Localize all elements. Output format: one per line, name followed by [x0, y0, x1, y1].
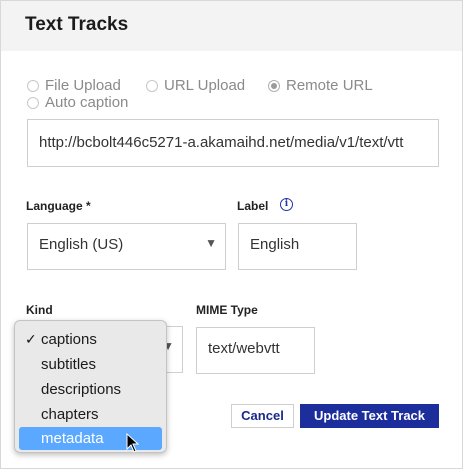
checkmark-icon: ✓	[25, 331, 37, 347]
mime-type-value: text/webvtt	[208, 340, 280, 357]
info-icon[interactable]: i	[280, 198, 293, 211]
option-label: captions	[41, 331, 97, 348]
radio-file-upload[interactable]: File Upload	[27, 77, 121, 94]
option-label: metadata	[41, 430, 104, 447]
radio-auto-caption[interactable]: Auto caption	[27, 94, 128, 111]
mime-type-label: MIME Type	[196, 303, 258, 317]
radio-url-upload[interactable]: URL Upload	[146, 77, 245, 94]
radio-label: Remote URL	[286, 77, 373, 94]
chevron-down-icon: ▼	[205, 236, 217, 250]
radio-button[interactable]	[146, 79, 158, 92]
update-text-track-button[interactable]: Update Text Track	[300, 404, 439, 428]
option-label: subtitles	[41, 356, 97, 373]
label-input[interactable]: English	[238, 223, 357, 270]
option-label: descriptions	[41, 381, 122, 398]
kind-option-subtitles[interactable]: subtitles	[19, 353, 162, 376]
kind-option-descriptions[interactable]: descriptions	[19, 378, 162, 401]
mime-type-input[interactable]: text/webvtt	[196, 327, 315, 374]
radio-button-checked[interactable]	[268, 79, 280, 92]
radio-label: File Upload	[45, 77, 121, 94]
label-field-label: Label	[237, 199, 269, 213]
label-value: English	[250, 236, 300, 253]
language-select[interactable]: English (US) ▼	[27, 223, 226, 270]
option-label: chapters	[41, 406, 99, 423]
radio-label: Auto caption	[45, 94, 129, 111]
mouse-pointer-icon	[126, 433, 140, 453]
language-value: English (US)	[39, 236, 124, 253]
kind-option-captions[interactable]: ✓ captions	[19, 328, 162, 351]
radio-button[interactable]	[27, 96, 39, 109]
radio-remote-url[interactable]: Remote URL	[268, 77, 373, 94]
radio-label: URL Upload	[164, 77, 246, 94]
language-label: Language *	[26, 199, 91, 213]
dialog-title: Text Tracks	[25, 14, 129, 35]
dialog-header: Text Tracks	[1, 1, 462, 51]
cancel-button[interactable]: Cancel	[231, 404, 294, 428]
kind-label: Kind	[26, 303, 53, 317]
kind-option-chapters[interactable]: chapters	[19, 403, 162, 426]
remote-url-input[interactable]: http://bcbolt446c5271-a.akamaihd.net/med…	[27, 119, 439, 167]
kind-option-metadata[interactable]: metadata	[19, 427, 162, 450]
radio-button[interactable]	[27, 79, 39, 92]
kind-dropdown-menu: ✓ captions subtitles descriptions chapte…	[14, 320, 167, 453]
